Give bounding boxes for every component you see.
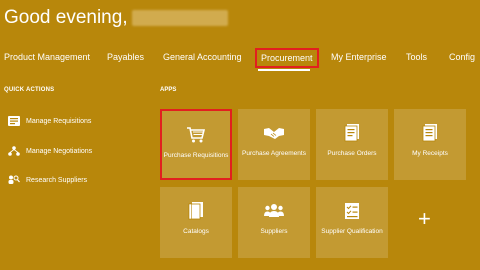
nav-config[interactable]: Config (449, 50, 475, 64)
cart-icon (186, 125, 206, 145)
tile-label: Suppliers (260, 228, 288, 235)
org-chart-icon (8, 146, 20, 156)
add-app-button[interactable]: + (418, 206, 431, 232)
catalog-icon (188, 201, 204, 221)
quick-action-research-suppliers[interactable]: Research Suppliers (8, 175, 87, 185)
app-tile-purchase-orders[interactable]: Purchase Orders (316, 109, 388, 180)
receipt-icon (422, 123, 438, 143)
handshake-icon (263, 123, 285, 143)
top-navigation: Product Management Payables General Acco… (0, 44, 480, 72)
quick-action-label: Manage Requisitions (26, 117, 92, 125)
document-icon (344, 123, 360, 143)
nav-tools[interactable]: Tools (406, 50, 427, 64)
nav-my-enterprise[interactable]: My Enterprise (331, 50, 387, 64)
tile-label: Purchase Requisitions (163, 152, 229, 159)
app-tile-catalogs[interactable]: Catalogs (160, 187, 232, 258)
user-name-redacted (131, 10, 228, 26)
app-tile-supplier-qualification[interactable]: Supplier Qualification (316, 187, 388, 258)
tile-label: Catalogs (183, 228, 209, 235)
tile-label: Supplier Qualification (321, 228, 383, 235)
tile-label: My Receipts (412, 150, 448, 157)
apps-header: APPS (160, 87, 177, 93)
app-tile-purchase-requisitions[interactable]: Purchase Requisitions (160, 109, 232, 180)
list-icon (8, 116, 20, 126)
nav-active-underline (258, 69, 310, 71)
tile-label: Purchase Orders (327, 150, 377, 157)
app-tile-my-receipts[interactable]: My Receipts (394, 109, 466, 180)
tile-label: Purchase Agreements (242, 150, 306, 157)
suppliers-icon (263, 201, 285, 221)
checklist-icon (344, 201, 360, 221)
nav-procurement[interactable]: Procurement (255, 48, 319, 68)
app-tile-purchase-agreements[interactable]: Purchase Agreements (238, 109, 310, 180)
greeting-text: Good evening, (4, 7, 128, 28)
quick-actions-header: QUICK ACTIONS (4, 87, 55, 93)
quick-action-manage-negotiations[interactable]: Manage Negotiations (8, 146, 92, 156)
quick-action-manage-requisitions[interactable]: Manage Requisitions (8, 116, 91, 126)
people-search-icon (8, 175, 20, 185)
quick-action-label: Manage Negotiations (26, 147, 93, 155)
quick-action-label: Research Suppliers (26, 176, 88, 184)
app-tile-suppliers[interactable]: Suppliers (238, 187, 310, 258)
nav-product-management[interactable]: Product Management (4, 50, 90, 64)
greeting-row: Good evening, (4, 6, 228, 30)
nav-general-accounting[interactable]: General Accounting (163, 50, 242, 64)
nav-payables[interactable]: Payables (107, 50, 144, 64)
